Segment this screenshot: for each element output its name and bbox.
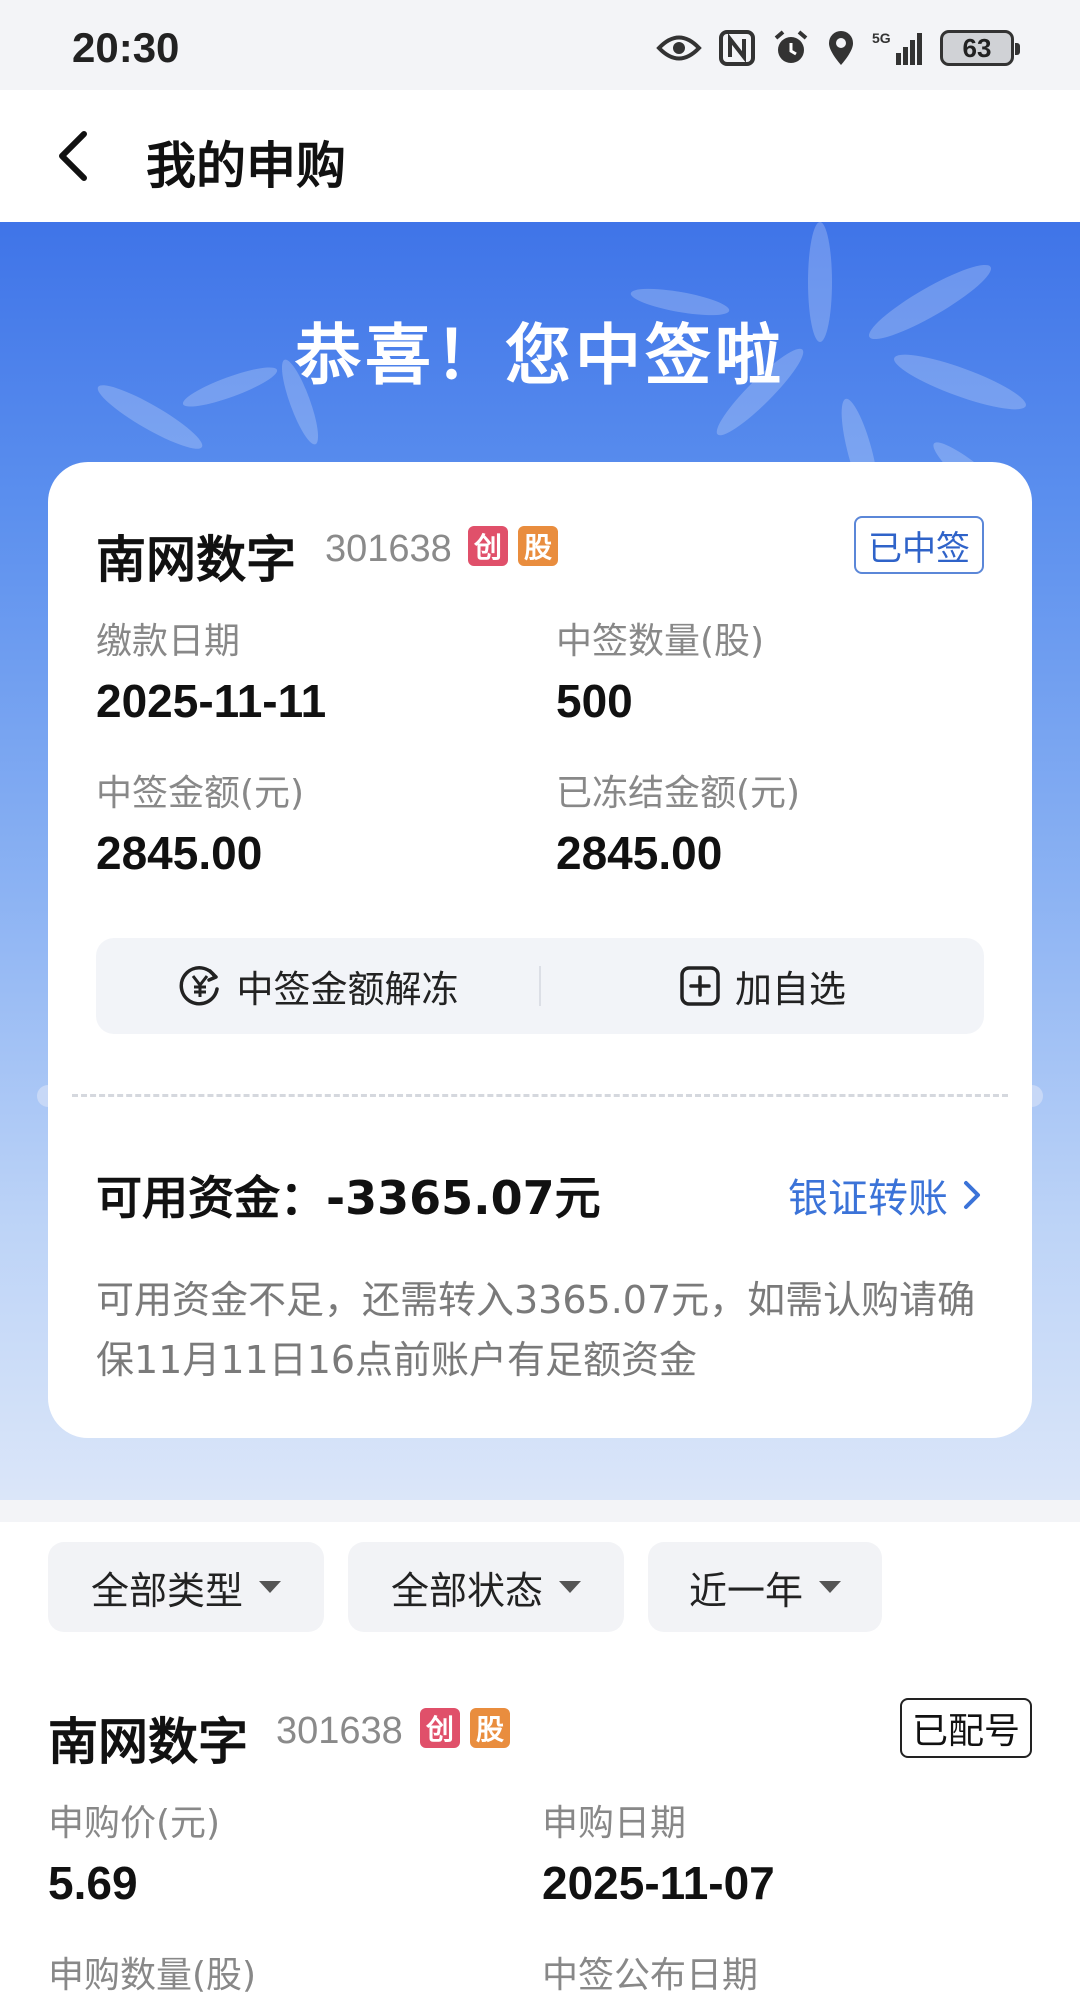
signal-icon: 5G [872, 30, 922, 65]
tag-chinext: 创 [468, 526, 508, 566]
battery-level: 63 [962, 32, 992, 63]
battery-icon: 63 [940, 30, 1020, 66]
tag-stock: 股 [518, 526, 558, 566]
yuan-refresh-icon [179, 966, 219, 1006]
sub-date-value: 2025-11-07 [542, 1857, 775, 1909]
caret-down-icon [559, 1581, 581, 1593]
list-tag-chinext: 创 [420, 1708, 460, 1748]
add-watchlist-label: 加自选 [735, 968, 846, 1011]
filter-status[interactable]: 全部状态 [348, 1542, 624, 1632]
allotted-amount-value: 2845.00 [96, 827, 263, 879]
eye-icon [656, 35, 702, 61]
bank-transfer-link[interactable]: 银证转账 [788, 1166, 984, 1224]
chevron-right-icon [964, 1181, 980, 1209]
location-icon [829, 31, 853, 65]
payment-date-value: 2025-11-11 [96, 675, 327, 727]
nfc-icon [719, 30, 755, 66]
header: 我的申购 [0, 90, 1080, 222]
bank-transfer-label: 银证转账 [788, 1176, 948, 1222]
allotted-qty-value: 500 [556, 675, 633, 727]
filter-period-label: 近一年 [688, 1568, 803, 1613]
allotted-amount-label: 中签金额(元) [96, 773, 305, 814]
filter-type[interactable]: 全部类型 [48, 1542, 324, 1632]
unfreeze-label: 中签金额解冻 [236, 968, 459, 1011]
stock-code: 301638 [325, 528, 452, 570]
frozen-amount-value: 2845.00 [556, 827, 723, 879]
filter-status-label: 全部状态 [390, 1568, 543, 1613]
sub-price-value: 5.69 [48, 1857, 138, 1909]
list-stock-code: 301638 [276, 1710, 403, 1752]
funds-warning-note: 可用资金不足，还需转入3365.07元，如需认购请确保11月11日16点前账户有… [96, 1278, 976, 1382]
stock-name: 南网数字 [96, 531, 296, 589]
sub-qty-label: 申购数量(股) [48, 1955, 257, 1996]
list-stock-name: 南网数字 [48, 1713, 248, 1771]
allotment-card: 南网数字 301638 创 股 已中签 缴款日期 2025-11-11 中签数量… [48, 462, 1032, 1438]
card-action-bar: 中签金额解冻 加自选 [96, 938, 984, 1034]
list-status-badge: 已配号 [900, 1698, 1032, 1758]
status-icons: 5G 63 [656, 26, 1020, 70]
list-tag-stock: 股 [470, 1708, 510, 1748]
status-badge: 已中签 [854, 516, 984, 574]
hero-title: 恭喜！您中签啦 [295, 317, 785, 394]
allotted-qty-label: 中签数量(股) [556, 621, 765, 662]
page-title: 我的申购 [146, 137, 346, 195]
caret-down-icon [259, 1581, 281, 1593]
filter-period[interactable]: 近一年 [648, 1542, 882, 1632]
status-time: 20:30 [72, 24, 180, 71]
sub-price-label: 申购价(元) [48, 1803, 221, 1844]
filter-type-label: 全部类型 [90, 1568, 243, 1613]
sub-date-label: 申购日期 [542, 1803, 687, 1844]
available-funds: 可用资金：-3365.07元 [96, 1171, 601, 1225]
add-watchlist-button[interactable]: 加自选 [541, 938, 984, 1034]
announce-date-label: 中签公布日期 [542, 1955, 759, 1996]
subscription-list: 全部类型 全部状态 近一年 南网数字 301638 创 股 已配号 申购价(元)… [0, 1522, 1080, 1999]
svg-text:5G: 5G [872, 30, 891, 46]
alarm-icon [774, 30, 808, 63]
status-bar: 20:30 5G 63 [0, 0, 1080, 90]
card-divider [72, 1094, 1008, 1097]
payment-date-label: 缴款日期 [96, 621, 241, 662]
caret-down-icon [819, 1581, 841, 1593]
back-button[interactable] [48, 120, 108, 192]
chevron-left-icon [59, 131, 87, 181]
frozen-amount-label: 已冻结金额(元) [556, 773, 801, 814]
plus-square-icon [680, 966, 720, 1006]
unfreeze-button[interactable]: 中签金额解冻 [96, 938, 539, 1034]
